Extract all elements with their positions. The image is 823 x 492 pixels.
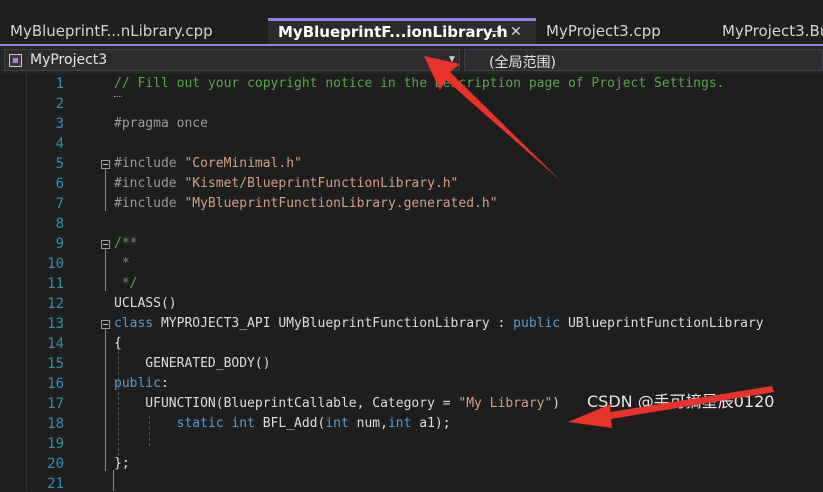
keyword-token: public xyxy=(513,316,561,331)
line-number: 19 xyxy=(47,436,64,452)
identifier-token: UBlueprintFunctionLibrary xyxy=(560,316,764,331)
code-line-9: /** xyxy=(114,236,138,251)
code-line-17: UFUNCTION(BlueprintCallable, Category = … xyxy=(114,396,560,411)
code-line-6: #include "Kismet/BlueprintFunctionLibrar… xyxy=(114,176,458,191)
code-line-13: class MYPROJECT3_API UMyBlueprintFunctio… xyxy=(114,316,764,331)
project-label: MyProject3 xyxy=(30,52,108,68)
preprocessor-token: #include xyxy=(114,196,185,211)
fold-outline xyxy=(113,470,114,491)
close-icon[interactable]: ✕ xyxy=(510,21,522,44)
line-number: 13 xyxy=(47,316,64,332)
code-line-12: UCLASS() xyxy=(114,296,177,311)
tab-blueprint-library-h[interactable]: MyBlueprintF...ionLibrary.h ⊣ ✕ xyxy=(268,18,536,45)
identifier-token: MYPROJECT3_API UMyBlueprintFunctionLibra… xyxy=(153,316,514,331)
keyword-token: int xyxy=(387,416,412,431)
code-line-7: #include "MyBlueprintFunctionLibrary.gen… xyxy=(114,196,498,211)
scope-dropdown[interactable]: (全局范围) xyxy=(464,49,823,71)
code-line-5: #include "CoreMinimal.h" xyxy=(114,156,302,171)
string-token: "My Library" xyxy=(458,396,553,411)
fold-toggle-icon[interactable] xyxy=(101,160,110,169)
line-number: 18 xyxy=(47,416,64,432)
string-token: "Kismet/BlueprintFunctionLibrary.h" xyxy=(184,176,459,191)
code-line-14: { xyxy=(114,336,122,351)
fold-toggle-icon[interactable] xyxy=(101,240,110,249)
watermark-text: CSDN @手可摘星辰0120 xyxy=(587,392,775,411)
code-line-10: * xyxy=(114,256,130,271)
pin-icon[interactable]: ⊣ xyxy=(488,21,499,44)
line-number: 2 xyxy=(55,96,64,112)
string-token: "MyBlueprintFunctionLibrary.generated.h" xyxy=(184,196,498,211)
keyword-token: int xyxy=(231,416,255,431)
tab-label: MyBlueprintF...nLibrary.cpp xyxy=(10,22,213,40)
identifier-token: num, xyxy=(348,416,388,431)
line-number: 8 xyxy=(55,216,64,232)
tab-myproject3-build[interactable]: MyProject3.Bu xyxy=(712,18,823,45)
line-number: 6 xyxy=(55,176,64,192)
document-tab-bar: MyBlueprintF...nLibrary.cpp MyBlueprintF… xyxy=(0,0,823,45)
keyword-token: class xyxy=(114,316,154,331)
project-dropdown[interactable]: MyProject3 ▼ xyxy=(4,49,460,71)
punctuation-token: : xyxy=(160,376,169,391)
line-number: 10 xyxy=(47,256,64,272)
identifier-token: UFUNCTION(BlueprintCallable, Category = xyxy=(114,396,459,411)
fold-outline xyxy=(105,169,106,211)
preprocessor-token: #include xyxy=(114,176,185,191)
identifier-token: BFL_Add( xyxy=(254,416,326,431)
line-number: 1 xyxy=(55,76,64,92)
code-line-15: GENERATED_BODY() xyxy=(114,356,271,371)
line-number: 17 xyxy=(47,396,64,412)
line-number: 11 xyxy=(47,276,64,292)
code-line-20: }; xyxy=(114,456,130,471)
line-number: 9 xyxy=(55,236,64,252)
line-number: 14 xyxy=(47,336,64,352)
code-line-18: static int BFL_Add(int num,int a1); xyxy=(114,416,451,431)
punctuation-token: ) xyxy=(552,396,561,411)
line-number: 15 xyxy=(47,356,64,372)
chevron-down-icon[interactable]: ▼ xyxy=(447,54,457,65)
preprocessor-token: #include xyxy=(114,156,185,171)
code-line-3: #pragma once xyxy=(114,116,208,131)
keyword-token: public xyxy=(114,376,161,391)
scope-label: (全局范围) xyxy=(489,55,556,71)
identifier-token: a1); xyxy=(411,416,451,431)
keyword-token: int xyxy=(325,416,349,431)
line-number: 16 xyxy=(47,376,64,392)
line-number: 4 xyxy=(55,136,64,152)
indicator-margin xyxy=(0,74,27,491)
line-number: 5 xyxy=(55,156,64,172)
code-editor[interactable]: 1 2 3 4 5 6 7 8 9 10 11 12 13 14 15 16 1… xyxy=(0,74,823,492)
code-line-11: */ xyxy=(114,276,138,291)
line-number: 20 xyxy=(47,456,64,472)
tab-blueprint-library-cpp[interactable]: MyBlueprintF...nLibrary.cpp xyxy=(0,18,268,45)
keyword-token: static xyxy=(114,416,224,431)
fold-outline xyxy=(105,249,106,291)
tab-label: MyProject3.cpp xyxy=(546,22,661,40)
tab-label: MyBlueprintF...ionLibrary.h xyxy=(278,23,508,41)
string-token: "CoreMinimal.h" xyxy=(184,156,302,171)
line-number: 3 xyxy=(55,116,64,132)
fold-outline xyxy=(105,329,106,471)
project-icon xyxy=(9,54,22,67)
navigation-bar: MyProject3 ▼ (全局范围) xyxy=(0,46,823,74)
line-number: 12 xyxy=(47,296,64,312)
error-squiggle xyxy=(114,92,122,97)
tab-myproject3-cpp[interactable]: MyProject3.cpp xyxy=(536,18,712,45)
line-number: 7 xyxy=(55,196,64,212)
code-line-1: // Fill out your copyright notice in the… xyxy=(114,76,725,91)
code-line-16: public: xyxy=(114,376,169,391)
fold-toggle-icon[interactable] xyxy=(101,320,110,329)
tab-label: MyProject3.Bu xyxy=(722,22,823,40)
line-number: 21 xyxy=(47,476,64,492)
